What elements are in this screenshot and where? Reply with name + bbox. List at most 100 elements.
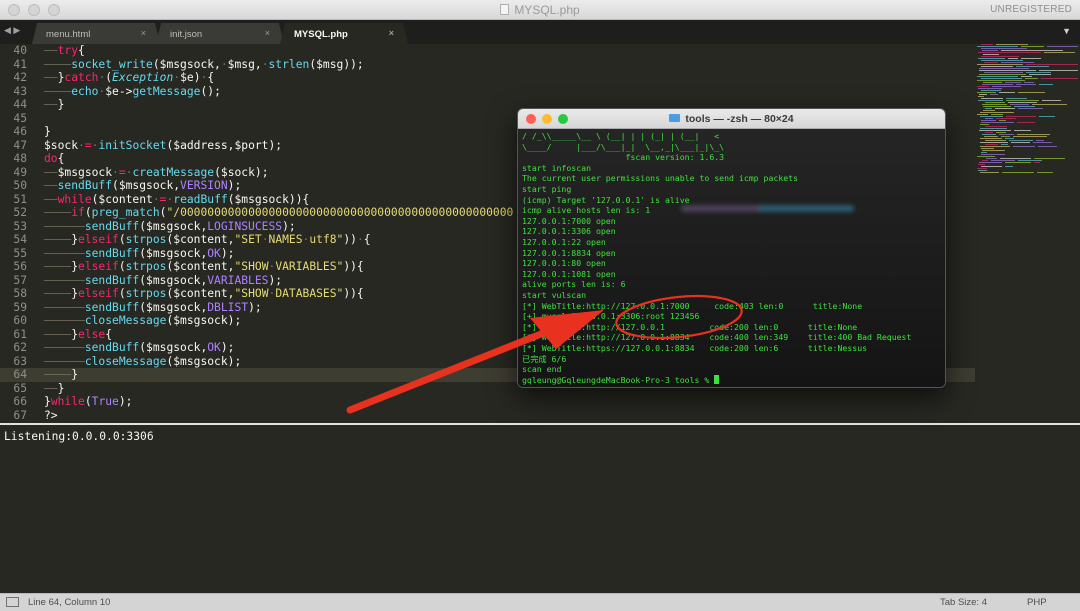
minimap-line [1002,172,1034,173]
minimap-line [979,74,1026,75]
tab-mysql-php[interactable]: MYSQL.php × [280,23,408,44]
minimap-line [1005,138,1014,139]
tab-list-dropdown-icon[interactable]: ▼ [1062,26,1071,36]
minimap-line [1017,122,1035,123]
minimap-line [978,100,1003,101]
minimap-line [1024,82,1034,83]
tab-close-icon[interactable]: × [141,28,146,38]
terminal-line: \____/ |___/\___|_| \__,_|\___|_|\_\ [522,142,724,153]
minimap-line [982,104,1007,105]
minimap-line [977,168,987,169]
tab-init-json[interactable]: init.json × [156,23,284,44]
line-number: 55 [13,246,27,260]
minimap-line [982,160,988,161]
code-text: ——}catch·(Exception·$e)·{ [44,71,215,84]
terminal-output[interactable]: / /_\\_____\__ \ (__| | | (_| | (__| < \_… [518,129,945,387]
code-text: }while(True); [44,395,133,408]
minimap-line [996,118,1016,119]
minimap-line [980,172,999,173]
code-line[interactable]: 42 ——}catch·(Exception·$e)·{ [0,71,975,85]
minimap-line [996,44,1028,45]
code-line[interactable]: 67 ?> [0,409,975,423]
line-number: 40 [13,44,27,57]
line-number: 43 [13,84,27,98]
terminal-line: [*] WebTitle:http://127.0.0.1 code:200 l… [522,322,857,333]
minimap-line [1021,58,1041,59]
syntax-selector[interactable]: PHP [1027,597,1047,608]
minimap-line [981,56,1019,57]
terminal-line: start infoscan [522,163,591,174]
minimap-line [1039,116,1055,117]
minimap-line [985,144,998,145]
minimap-line [1010,104,1029,105]
terminal-line-text: 127.0.0.1:3306 open [522,226,616,237]
minimap-line [977,114,988,115]
terminal-line-text: [+] mysql:127.0.0.1:3306:root 123456 [522,311,700,322]
line-number: 46 [13,125,27,138]
minimap-line [1001,144,1008,145]
code-line[interactable]: 40 ——try{ [0,44,975,58]
minimap-line [991,160,1015,161]
minimap[interactable] [975,44,1080,179]
terminal-line: 127.0.0.1:80 open [522,258,606,269]
minimap-line [991,114,1003,115]
tab-nav-arrows-icon[interactable]: ◀ ▶ [4,25,20,36]
minimap-line [1005,166,1013,167]
terminal-line-text: fscan version: 1.6.3 [522,152,725,163]
minimap-line [977,156,995,157]
minimap-line [1017,134,1050,135]
minimap-line [981,66,1013,67]
minimap-line [981,166,1002,167]
minimap-line [982,50,998,51]
minimap-line [1018,108,1043,109]
code-line[interactable]: 41 ————socket_write($msgsock,·$msg,·strle… [0,58,975,72]
minimap-line [978,58,1005,59]
minimap-line [984,62,998,63]
terminal-line: [*] WebTitle:http://127.0.0.1:7000 code:… [522,301,862,312]
terminal-line: 已完成 6/6 [522,354,566,365]
minimap-line [979,70,1036,71]
minimap-line [1016,84,1036,85]
line-number: 61 [13,327,27,341]
terminal-line-text: 127.0.0.1:7000 open [522,215,616,226]
terminal-line-text: start infoscan [522,162,592,173]
terminal-window[interactable]: tools — -zsh — 80×24 / /_\\_____\__ \ (_… [517,108,946,388]
minimap-line [982,84,1013,85]
minimap-line [980,124,989,125]
minimap-line [1018,92,1045,93]
terminal-line: / /_\\_____\__ \ (__| | | (_| | (__| < [522,131,719,142]
terminal-line-text: gqleung@GqleungdeMacBook-Pro-3 tools % [522,374,715,385]
code-text: ——————sendBuff($msgsock,DBLIST); [44,300,262,314]
minimap-line [985,108,992,109]
minimap-line [1039,70,1078,71]
folder-icon [669,114,681,122]
blurred-text [758,205,854,212]
minimap-line [1001,62,1034,63]
minimap-line [977,64,1023,65]
minimap-line [1021,46,1044,47]
line-number: 62 [13,341,27,354]
code-line[interactable]: 66}while(True); [0,395,975,409]
tab-close-icon[interactable]: × [265,28,270,38]
minimap-line [985,132,993,133]
terminal-title: tools — -zsh — 80×24 [518,113,945,125]
minimap-line [1001,50,1063,51]
line-number: 48 [13,152,27,165]
console-panel[interactable]: Listening:0.0.0.0:3306 [0,423,1080,593]
code-line[interactable]: 43 ————echo·$e->getMessage(); [0,85,975,99]
minimap-line [1026,64,1078,65]
tab-menu-html[interactable]: menu.html × [32,23,160,44]
minimap-line [999,120,1006,121]
terminal-line-text: [*] WebTitle:http://127.0.0.1:7000 code:… [522,300,863,311]
minimap-line [1018,160,1042,161]
panel-toggle-icon[interactable] [6,597,19,607]
minimap-line [979,94,987,95]
terminal-line-text: start ping [522,184,572,194]
code-text: $sock·=·initSocket($address,$port); [44,138,283,152]
tab-close-icon[interactable]: × [389,28,394,38]
minimap-line [981,154,1005,155]
code-text: ————}elseif(strpos($content,"SHOW·VARIAB… [44,260,364,273]
code-text: ?> [44,408,58,422]
terminal-line: 127.0.0.1:8834 open [522,248,616,259]
tab-size-selector[interactable]: Tab Size: 4 [940,597,987,608]
